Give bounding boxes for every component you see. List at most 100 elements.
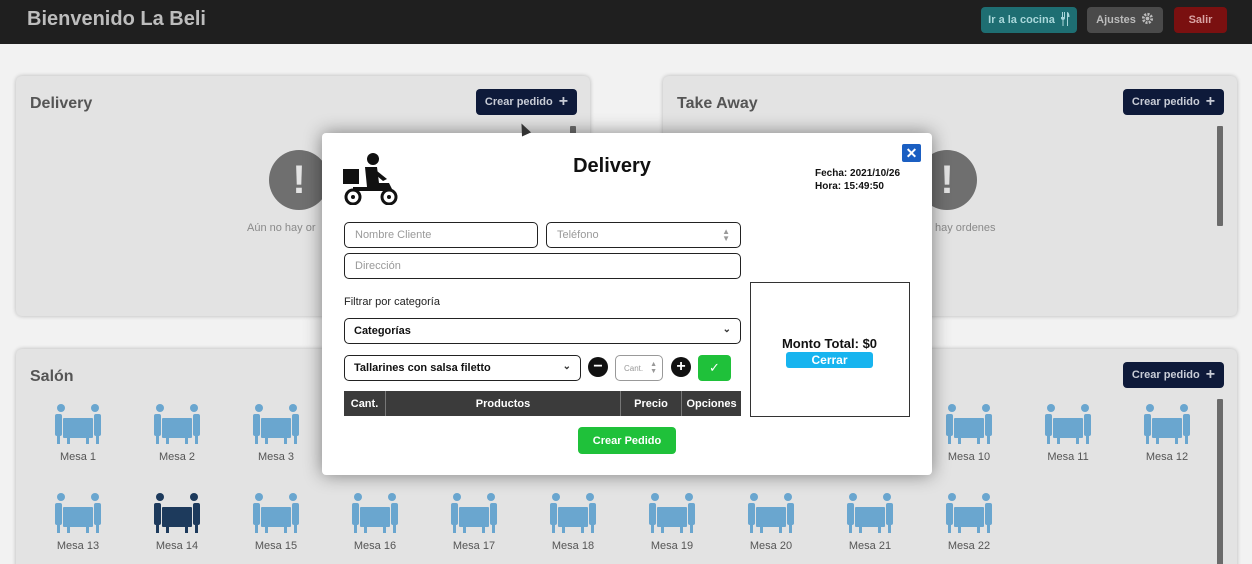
table-label: Mesa 14 — [155, 540, 199, 552]
table-chairs-icon — [548, 492, 598, 534]
table-label: Mesa 13 — [56, 540, 100, 552]
table-chairs-icon — [845, 492, 895, 534]
table-chairs-icon — [53, 403, 103, 445]
table-item[interactable]: Mesa 20 — [741, 492, 801, 552]
close-order-button[interactable]: Cerrar — [786, 352, 873, 368]
spinner-icon[interactable]: ▲ ▼ — [722, 228, 730, 243]
table-item[interactable]: Mesa 11 — [1038, 403, 1098, 463]
table-label: Mesa 19 — [650, 540, 694, 552]
close-icon[interactable]: ✕ — [902, 144, 921, 162]
plus-circle-icon[interactable]: + — [671, 357, 691, 377]
table-chairs-icon — [350, 492, 400, 534]
salon-scrollbar[interactable] — [1217, 399, 1223, 564]
delivery-create-order-button[interactable]: Crear pedido + — [476, 89, 577, 115]
table-item[interactable]: Mesa 14 — [147, 492, 207, 552]
address-input[interactable]: Dirección — [344, 253, 741, 279]
salon-panel-title: Salón — [30, 368, 74, 385]
table-item[interactable]: Mesa 10 — [939, 403, 999, 463]
column-header-opciones: Opciones — [686, 397, 737, 410]
takeaway-scrollbar[interactable] — [1217, 126, 1223, 226]
table-item[interactable]: Mesa 3 — [246, 403, 306, 463]
table-item[interactable]: Mesa 12 — [1137, 403, 1197, 463]
quantity-placeholder: Cant. — [624, 363, 644, 373]
order-table-header: Cant. Productos Precio Opciones — [344, 391, 741, 416]
table-item[interactable]: Mesa 16 — [345, 492, 405, 552]
table-label: Mesa 12 — [1145, 451, 1189, 463]
takeaway-panel-title: Take Away — [677, 95, 758, 112]
table-item[interactable]: Mesa 13 — [48, 492, 108, 552]
plus-icon: + — [1205, 93, 1216, 110]
exit-button[interactable]: Salir — [1174, 7, 1227, 33]
table-item[interactable]: Mesa 19 — [642, 492, 702, 552]
table-item[interactable]: Mesa 18 — [543, 492, 603, 552]
empty-orders-text: Aún no hay or — [247, 222, 316, 234]
table-item[interactable]: Mesa 21 — [840, 492, 900, 552]
table-chairs-icon — [944, 403, 994, 445]
table-chairs-icon — [746, 492, 796, 534]
category-select[interactable]: Categorías ⌄ — [344, 318, 741, 344]
create-order-button[interactable]: Crear Pedido — [578, 427, 676, 454]
column-header-precio: Precio — [621, 391, 682, 416]
settings-button[interactable]: Ajustes — [1087, 7, 1163, 33]
page-title: Bienvenido La Beli — [27, 8, 206, 30]
quantity-input[interactable]: Cant. ▲ ▼ — [615, 355, 663, 381]
table-item[interactable]: Mesa 17 — [444, 492, 504, 552]
table-label: Mesa 21 — [848, 540, 892, 552]
create-label: Crear pedido — [484, 96, 553, 108]
table-item[interactable]: Mesa 15 — [246, 492, 306, 552]
table-label: Mesa 2 — [158, 451, 196, 463]
plus-icon: + — [558, 93, 569, 110]
takeaway-create-order-button[interactable]: Crear pedido + — [1123, 89, 1224, 115]
chevron-down-icon: ⌄ — [562, 361, 571, 372]
kitchen-button[interactable]: Ir a la cocina — [981, 7, 1077, 33]
table-label: Mesa 20 — [749, 540, 793, 552]
table-label: Mesa 3 — [257, 451, 295, 463]
table-chairs-icon — [1043, 403, 1093, 445]
product-select[interactable]: Tallarines con salsa filetto ⌄ — [344, 355, 581, 381]
fork-knife-icon — [1060, 11, 1070, 29]
table-label: Mesa 11 — [1047, 451, 1089, 463]
product-select-value: Tallarines con salsa filetto — [354, 362, 491, 374]
delivery-panel-title: Delivery — [30, 95, 93, 112]
kitchen-button-label: Ir a la cocina — [988, 14, 1055, 26]
category-select-value: Categorías — [354, 325, 411, 337]
table-chairs-icon — [944, 492, 994, 534]
table-chairs-icon — [251, 403, 301, 445]
add-product-button[interactable]: ✓ — [698, 355, 731, 381]
column-header-productos: Productos — [386, 391, 621, 416]
table-item[interactable]: Mesa 1 — [48, 403, 108, 463]
table-chairs-icon — [647, 492, 697, 534]
table-chairs-icon — [53, 492, 103, 534]
order-time: Hora: 15:49:50 — [815, 181, 884, 192]
total-box: Monto Total: $0 Cerrar — [750, 282, 910, 417]
table-label: Mesa 1 — [59, 451, 97, 463]
table-label: Mesa 22 — [947, 540, 991, 552]
table-label: Mesa 15 — [254, 540, 298, 552]
exclamation-icon: ! — [269, 150, 329, 210]
create-label: Crear pedido — [1131, 96, 1200, 108]
table-label: Mesa 18 — [551, 540, 595, 552]
total-amount: Monto Total: $0 — [781, 336, 878, 351]
table-item[interactable]: Mesa 2 — [147, 403, 207, 463]
customer-name-input[interactable]: Nombre Cliente — [344, 222, 538, 248]
column-header-cant: Cant. — [344, 391, 386, 416]
gear-icon — [1141, 12, 1154, 28]
table-chairs-icon — [1142, 403, 1192, 445]
table-label: Mesa 10 — [947, 451, 991, 463]
phone-input[interactable]: Teléfono ▲ ▼ — [546, 222, 741, 248]
table-chairs-icon — [152, 492, 202, 534]
table-label: Mesa 16 — [353, 540, 397, 552]
minus-icon[interactable]: − — [588, 357, 608, 377]
table-chairs-icon — [449, 492, 499, 534]
top-bar: Bienvenido La Beli Ir a la cocina Ajuste… — [0, 0, 1252, 44]
table-label: Mesa 17 — [452, 540, 496, 552]
spinner-icon[interactable]: ▲ ▼ — [650, 361, 657, 375]
order-datetime: Fecha: 2021/10/26 Hora: 15:49:50 — [815, 167, 900, 193]
plus-icon: + — [1205, 366, 1216, 383]
empty-orders-text: hay ordenes — [935, 222, 996, 234]
create-label: Crear pedido — [1131, 369, 1200, 381]
salon-create-order-button[interactable]: Crear pedido + — [1123, 362, 1224, 388]
category-filter-label: Filtrar por categoría — [344, 296, 440, 308]
table-chairs-icon — [152, 403, 202, 445]
table-item[interactable]: Mesa 22 — [939, 492, 999, 552]
